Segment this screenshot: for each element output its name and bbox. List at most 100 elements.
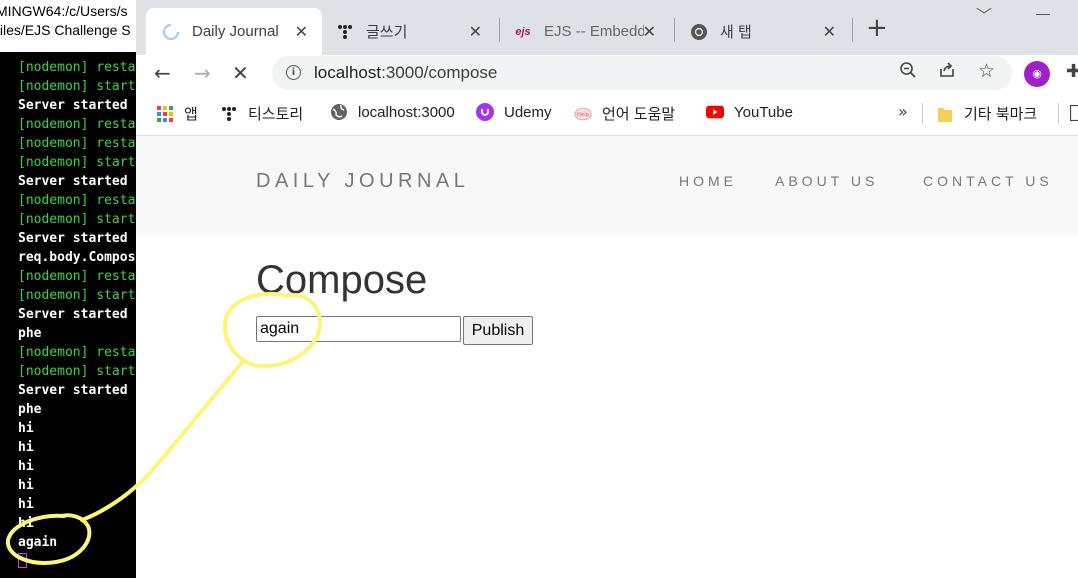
terminal-line: hi bbox=[18, 516, 34, 531]
close-icon[interactable]: ✕ bbox=[643, 22, 656, 42]
terminal-line: Server started bbox=[18, 383, 128, 398]
terminal-line: [nodemon] start bbox=[18, 79, 136, 94]
terminal-window[interactable]: MINGW64:/c/Users/s files/EJS Challenge S… bbox=[0, 0, 136, 578]
tab-search-chevron-icon[interactable]: ﹀ bbox=[976, 2, 992, 26]
bookmark-label: 기타 북마크 bbox=[964, 106, 1038, 123]
tab-label: 새 탭 bbox=[720, 24, 752, 41]
tab-ejs[interactable]: ejs EJS -- Embedd ✕ bbox=[514, 8, 670, 55]
nav-contact-us[interactable]: CONTACT US bbox=[923, 173, 1053, 189]
terminal-line: [nodemon] start bbox=[18, 364, 136, 379]
terminal-line: Server started bbox=[18, 174, 128, 189]
terminal-line: req.body.Compos bbox=[18, 250, 136, 265]
chrome-icon bbox=[690, 23, 708, 41]
url-text[interactable]: localhost:3000/compose bbox=[314, 63, 497, 83]
tab-divider bbox=[499, 18, 500, 42]
nav-about-us[interactable]: ABOUT US bbox=[775, 173, 878, 189]
close-icon[interactable]: ✕ bbox=[295, 22, 308, 42]
bookmarks-bar: 앱 티스토리 localhost:3000 Udemy Help 언어 도움말 bbox=[136, 93, 1078, 136]
address-bar[interactable]: i localhost:3000/compose ☆ bbox=[272, 56, 1012, 90]
bookmark-apps[interactable]: 앱 bbox=[156, 103, 198, 124]
tab-strip: Daily Journal ✕ 글쓰기 ✕ ejs EJS -- Embedd … bbox=[136, 0, 1078, 55]
terminal-line: hi bbox=[18, 440, 34, 455]
terminal-line: [nodemon] start bbox=[18, 288, 136, 303]
terminal-cursor bbox=[18, 553, 27, 568]
terminal-line: [nodemon] resta bbox=[18, 60, 136, 75]
close-icon[interactable]: ✕ bbox=[823, 22, 836, 42]
terminal-line: hi bbox=[18, 478, 34, 493]
bookmark-label: 언어 도움말 bbox=[602, 106, 676, 123]
page-title: Compose bbox=[256, 258, 428, 302]
terminal-line: hi bbox=[18, 421, 34, 436]
bookmark-tistory[interactable]: 티스토리 bbox=[220, 103, 303, 124]
bookmark-divider bbox=[922, 103, 923, 123]
terminal-line: Server started bbox=[18, 98, 128, 113]
terminal-line: hi bbox=[18, 459, 34, 474]
tab-divider bbox=[674, 18, 675, 42]
bookmark-label: YouTube bbox=[734, 103, 793, 121]
browser-toolbar: ← → ✕ i localhost:3000/compose ☆ ◉ ✚ bbox=[136, 55, 1078, 93]
terminal-line: [nodemon] resta bbox=[18, 269, 136, 284]
youtube-icon bbox=[706, 103, 724, 121]
bookmark-label: 티스토리 bbox=[248, 106, 304, 123]
terminal-line: [nodemon] resta bbox=[18, 117, 136, 132]
tistory-icon bbox=[336, 23, 354, 41]
extensions-puzzle-icon[interactable]: ✚ bbox=[1066, 61, 1078, 82]
share-icon[interactable] bbox=[938, 61, 956, 84]
new-tab-button[interactable]: + bbox=[866, 14, 888, 42]
terminal-line: Server started bbox=[18, 231, 128, 246]
udemy-icon bbox=[476, 103, 494, 121]
globe-icon bbox=[330, 103, 348, 121]
tab-divider bbox=[852, 18, 853, 42]
bookmark-star-icon[interactable]: ☆ bbox=[978, 60, 995, 82]
site-brand[interactable]: DAILY JOURNAL bbox=[256, 170, 469, 193]
reading-list-icon[interactable] bbox=[1070, 105, 1078, 121]
terminal-line: phe bbox=[18, 326, 42, 341]
loading-spinner-icon bbox=[162, 23, 180, 41]
browser-window: Daily Journal ✕ 글쓰기 ✕ ejs EJS -- Embedd … bbox=[136, 0, 1078, 578]
site-info-icon[interactable]: i bbox=[286, 65, 301, 80]
terminal-line: phe bbox=[18, 402, 42, 417]
bookmark-divider bbox=[1058, 103, 1059, 123]
terminal-line: [nodemon] resta bbox=[18, 136, 136, 151]
tab-daily-journal[interactable]: Daily Journal ✕ bbox=[146, 8, 322, 55]
minimize-button[interactable] bbox=[1036, 14, 1050, 15]
terminal-line: again bbox=[18, 535, 58, 550]
bookmark-other[interactable]: 기타 북마크 bbox=[936, 103, 1037, 124]
tistory-icon bbox=[220, 105, 238, 123]
zoom-icon[interactable] bbox=[899, 61, 917, 84]
bookmark-localhost[interactable]: localhost:3000 bbox=[330, 103, 455, 121]
terminal-output: [nodemon] resta [nodemon] start Server sta… bbox=[18, 58, 136, 552]
terminal-title-line-2: files/EJS Challenge S bbox=[0, 22, 131, 38]
close-icon[interactable]: ✕ bbox=[469, 22, 482, 42]
help-icon: Help bbox=[574, 105, 592, 123]
terminal-line: [nodemon] start bbox=[18, 212, 136, 227]
bookmark-youtube[interactable]: YouTube bbox=[706, 103, 793, 121]
tab-new-tab[interactable]: 새 탭 ✕ bbox=[690, 8, 850, 55]
terminal-line: [nodemon] resta bbox=[18, 193, 136, 208]
tab-label: 글쓰기 bbox=[366, 24, 408, 41]
bookmark-label: 앱 bbox=[184, 106, 198, 123]
more-bookmarks-icon[interactable]: » bbox=[898, 102, 908, 121]
profile-avatar[interactable]: ◉ bbox=[1024, 61, 1050, 87]
back-button[interactable]: ← bbox=[154, 59, 171, 87]
folder-icon bbox=[936, 105, 954, 123]
url-host: localhost bbox=[314, 63, 382, 82]
apps-grid-icon bbox=[156, 105, 174, 123]
bookmark-language-help[interactable]: Help 언어 도움말 bbox=[574, 103, 675, 124]
tab-label: EJS -- Embedd bbox=[544, 23, 644, 40]
forward-button[interactable]: → bbox=[194, 59, 211, 87]
url-path: :3000/compose bbox=[381, 63, 498, 82]
bookmark-udemy[interactable]: Udemy bbox=[476, 103, 552, 121]
compose-input[interactable] bbox=[256, 316, 461, 342]
terminal-title-line-1: MINGW64:/c/Users/s bbox=[0, 3, 128, 19]
publish-button[interactable]: Publish bbox=[463, 316, 533, 345]
web-page: DAILY JOURNAL HOME ABOUT US CONTACT US C… bbox=[136, 136, 1078, 578]
terminal-title: MINGW64:/c/Users/s files/EJS Challenge S bbox=[0, 0, 136, 52]
tab-tistory-write[interactable]: 글쓰기 ✕ bbox=[336, 8, 496, 55]
terminal-line: hi bbox=[18, 497, 34, 512]
bookmark-label: Udemy bbox=[504, 103, 552, 121]
nav-home[interactable]: HOME bbox=[679, 173, 737, 189]
stop-loading-button[interactable]: ✕ bbox=[232, 59, 249, 87]
site-header: DAILY JOURNAL HOME ABOUT US CONTACT US bbox=[136, 136, 1078, 237]
ejs-icon: ejs bbox=[515, 25, 531, 38]
